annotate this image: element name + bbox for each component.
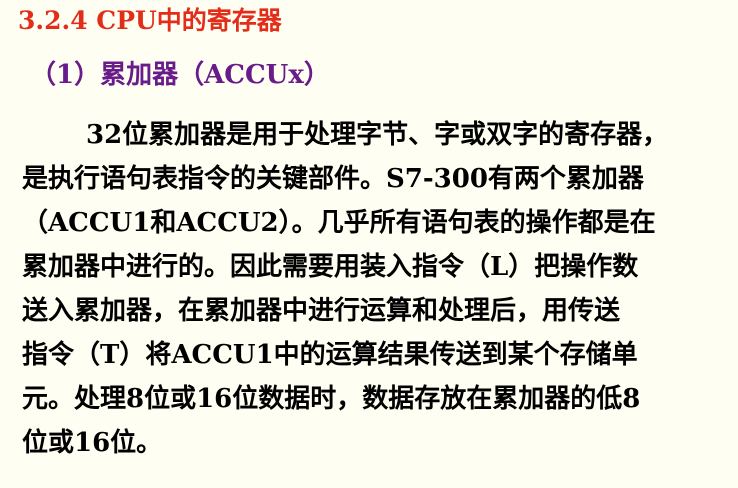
paragraph-line: （ACCU1和ACCU2）。几乎所有语句表的操作都是在: [22, 208, 656, 238]
paragraph-line: 是执行语句表指令的关键部件。S7-300有两个累加器: [22, 164, 644, 194]
paragraph-line: 元。处理8位或16位数据时，数据存放在累加器的低8: [22, 384, 641, 414]
paragraph-line: 32位累加器是用于处理字节、字或双字的寄存器，: [86, 120, 669, 150]
paragraph-line: 累加器中进行的。因此需要用装入指令（L）把操作数: [22, 252, 639, 282]
paragraph-line: 送入累加器，在累加器中进行运算和处理后，用传送: [22, 296, 621, 326]
section-heading: 3.2.4 CPU中的寄存器: [18, 6, 282, 35]
paragraph-line: 位或16位。: [22, 428, 163, 458]
paragraph-line: 指令（T）将ACCU1中的运算结果传送到某个存储单: [22, 340, 638, 370]
subsection-heading: （1）累加器（ACCUx）: [30, 60, 330, 90]
paragraph: 32位累加器是用于处理字节、字或双字的寄存器， 是执行语句表指令的关键部件。S7…: [22, 117, 722, 469]
